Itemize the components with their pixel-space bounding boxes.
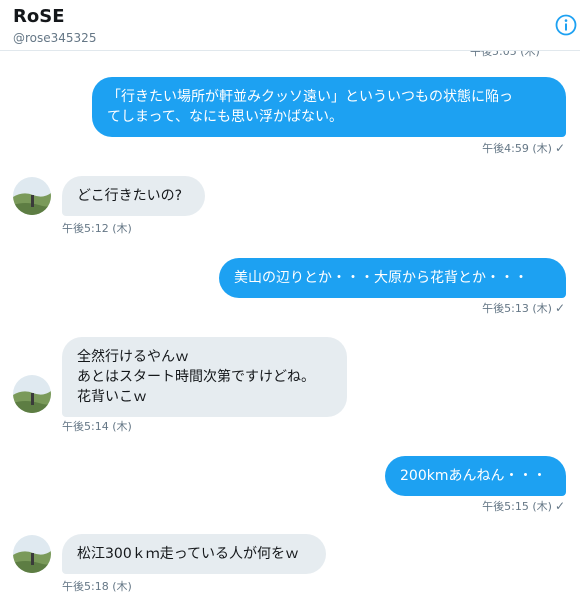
conversation-header: RoSE @rose345325 (0, 0, 580, 51)
avatar[interactable] (13, 375, 51, 413)
read-check-icon: ✓ (554, 301, 565, 315)
info-icon[interactable] (555, 14, 577, 36)
message-timestamp: 午後5:14 (木) (62, 420, 132, 433)
avatar[interactable] (13, 177, 51, 215)
read-check-icon: ✓ (554, 141, 565, 155)
message-bubble-outgoing[interactable]: 200kmあんねん・・・ (385, 456, 566, 496)
read-check-icon: ✓ (554, 499, 565, 513)
message-timestamp: 午後5:15 (木) ✓ (482, 499, 565, 513)
message-bubble-incoming[interactable]: 全然行けるやんｗ あとはスタート時間次第ですけどね。 花背いこｗ (62, 337, 347, 417)
message-bubble-outgoing[interactable]: 美山の辺りとか・・・大原から花背とか・・・ (219, 258, 566, 298)
message-timestamp: 午後5:18 (木) (62, 580, 132, 593)
message-timestamp: 午後4:59 (木) ✓ (482, 141, 565, 155)
conversation-title: RoSE (13, 6, 65, 27)
message-bubble-incoming[interactable]: 松江300ｋｍ走っている人が何をｗ (62, 534, 326, 574)
avatar[interactable] (13, 535, 51, 573)
message-bubble-outgoing[interactable]: 「行きたい場所が軒並みクッソ遠い」といういつもの状態に陥っ てしまって、なにも思… (92, 77, 566, 137)
message-timestamp: 午後5:12 (木) (62, 222, 132, 235)
conversation-handle: @rose345325 (13, 31, 97, 45)
message-timestamp: 午後5:13 (木) ✓ (482, 301, 565, 315)
message-bubble-incoming[interactable]: どこ行きたいの? (62, 176, 205, 216)
